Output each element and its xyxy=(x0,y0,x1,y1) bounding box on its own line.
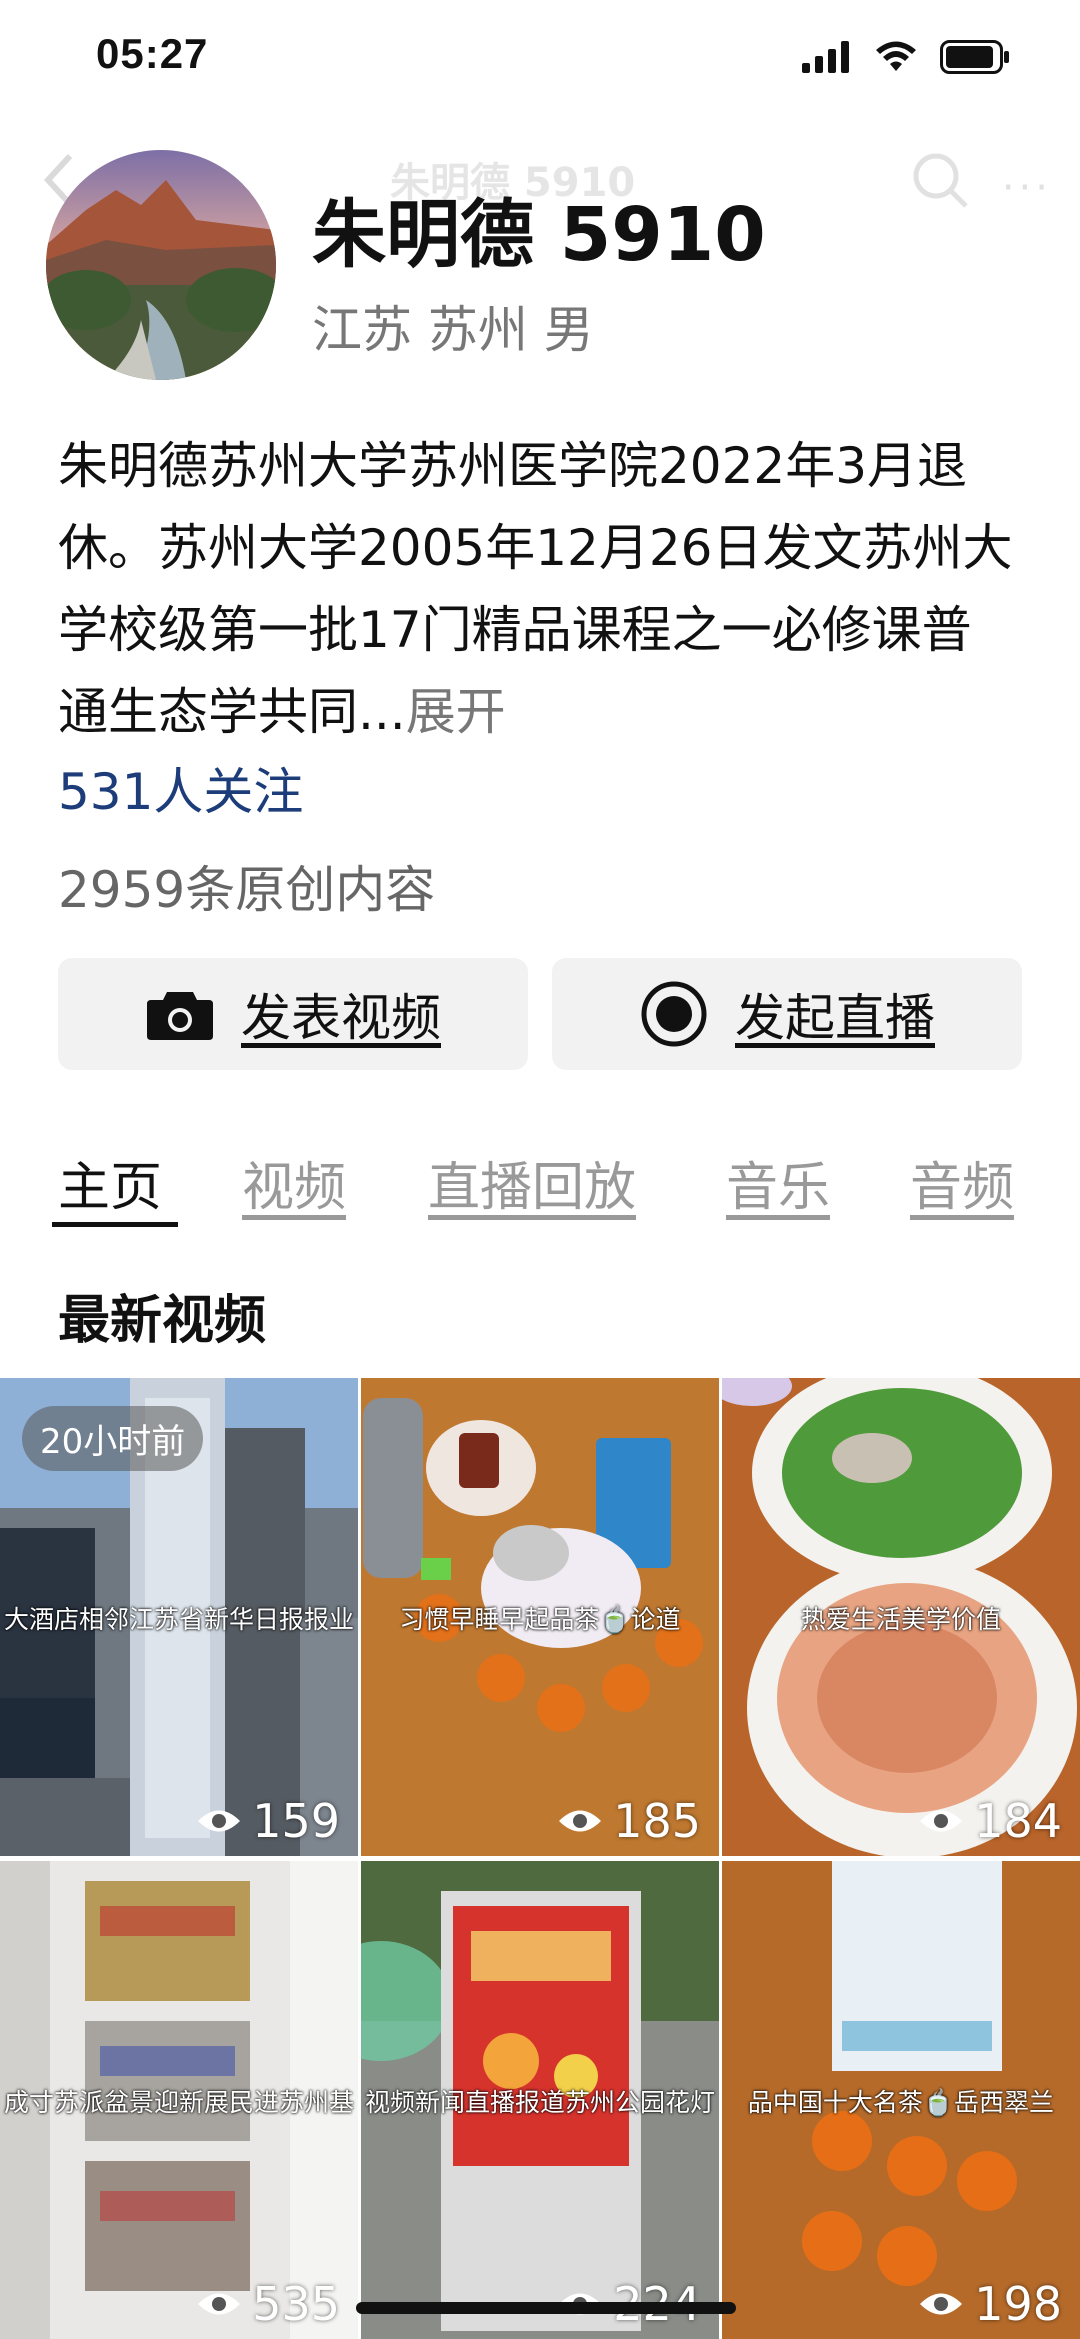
view-count: 185 xyxy=(557,1794,701,1848)
tab-videos[interactable]: 视频 xyxy=(242,1145,346,1220)
eye-icon xyxy=(920,2293,963,2315)
video-caption: 热爱生活美学价值 xyxy=(800,1605,1001,1634)
section-title: 最新视频 xyxy=(58,1291,267,1351)
eye-icon xyxy=(559,1810,602,1832)
status-icons xyxy=(802,40,1010,74)
profile-name: 朱明德 5910 xyxy=(312,192,766,278)
camera-icon xyxy=(147,992,213,1040)
wifi-icon xyxy=(876,41,916,71)
view-count-value: 198 xyxy=(974,2277,1062,2331)
bio-expand-link[interactable]: 展开 xyxy=(406,683,506,741)
search-icon[interactable] xyxy=(910,150,970,210)
video-caption: 品中国十大名茶🍵岳西翠兰 xyxy=(747,2088,1055,2117)
live-record-icon xyxy=(641,981,707,1047)
video-caption: 视频新闻直播报道苏州公园花灯 xyxy=(364,2088,715,2117)
view-count-value: 159 xyxy=(252,1794,340,1848)
start-live-button[interactable]: 发起直播 xyxy=(552,958,1022,1070)
video-caption: 成寸苏派盆景迎新展民进苏州基 xyxy=(3,2088,354,2117)
status-time: 05:27 xyxy=(96,30,209,77)
more-icon[interactable]: ··· xyxy=(1002,165,1052,211)
view-count-value: 535 xyxy=(252,2277,340,2331)
view-count-value: 185 xyxy=(613,1794,701,1848)
battery-icon xyxy=(940,40,1009,74)
tab-live-replay[interactable]: 直播回放 xyxy=(428,1145,636,1220)
start-live-label: 发起直播 xyxy=(735,989,935,1047)
view-count: 184 xyxy=(918,1794,1062,1848)
tab-audio[interactable]: 音频 xyxy=(910,1145,1014,1220)
eye-icon xyxy=(198,1810,241,1832)
signal-icon xyxy=(802,41,849,73)
view-count: 198 xyxy=(918,2277,1062,2331)
video-tile[interactable]: 视频新闻直播报道苏州公园花灯 224 xyxy=(361,1861,719,2339)
tab-active-indicator xyxy=(52,1222,178,1227)
content-count: 2959条原创内容 xyxy=(58,861,436,919)
view-count: 535 xyxy=(196,2277,340,2331)
tab-music[interactable]: 音乐 xyxy=(726,1145,830,1220)
eye-icon xyxy=(920,1810,963,1832)
video-tile[interactable]: 习惯早睡早起品茶🍵论道 185 xyxy=(361,1378,719,1856)
video-caption: 习惯早睡早起品茶🍵论道 xyxy=(399,1605,681,1634)
video-caption: 大酒店相邻江苏省新华日报报业 xyxy=(3,1605,354,1634)
video-tile[interactable]: 成寸苏派盆景迎新展民进苏州基 535 xyxy=(0,1861,358,2339)
video-grid: 20小时前 大酒店相邻江苏省新华日报报业 159 习惯早睡早起品茶🍵论道 185… xyxy=(0,1378,1080,2339)
post-video-button[interactable]: 发表视频 xyxy=(58,958,528,1070)
status-bar: 05:27 xyxy=(0,0,1080,120)
profile-location: 江苏 苏州 男 xyxy=(312,301,594,359)
eye-icon xyxy=(198,2293,241,2315)
followers-count[interactable]: 531人关注 xyxy=(58,752,303,824)
time-badge: 20小时前 xyxy=(22,1406,204,1471)
home-indicator[interactable] xyxy=(356,2302,736,2314)
video-tile[interactable]: 热爱生活美学价值 184 xyxy=(722,1378,1080,1856)
video-tile[interactable]: 20小时前 大酒店相邻江苏省新华日报报业 159 xyxy=(0,1378,358,1856)
bio-text: 朱明德苏州大学苏州医学院2022年3月退休。苏州大学2005年12月26日发文苏… xyxy=(58,437,1013,741)
post-video-label: 发表视频 xyxy=(241,989,441,1047)
avatar[interactable] xyxy=(46,150,276,380)
view-count: 159 xyxy=(196,1794,340,1848)
video-tile[interactable]: 品中国十大名茶🍵岳西翠兰 198 xyxy=(722,1861,1080,2339)
profile-bio: 朱明德苏州大学苏州医学院2022年3月退休。苏州大学2005年12月26日发文苏… xyxy=(58,425,1018,753)
view-count-value: 184 xyxy=(974,1794,1062,1848)
tab-home[interactable]: 主页 xyxy=(58,1145,162,1220)
